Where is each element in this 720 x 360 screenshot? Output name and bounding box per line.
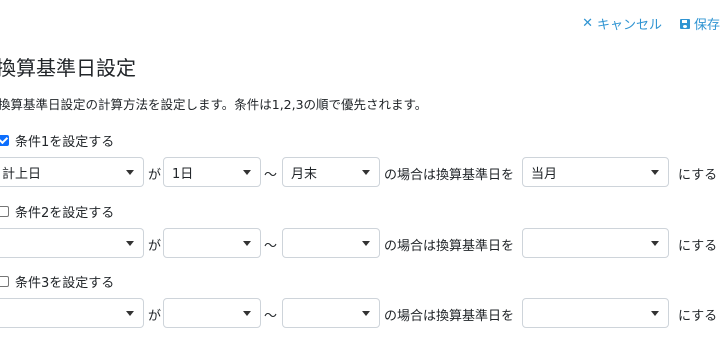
connector-ga: が: [148, 168, 162, 183]
condition-3-target-select[interactable]: [522, 298, 669, 328]
condition-1-from-value: 1日: [172, 166, 194, 182]
page-title: 換算基準日設定: [0, 56, 136, 80]
condition-2-field-select[interactable]: [0, 228, 144, 258]
caret-down-icon: [126, 170, 134, 175]
floppy-disk-icon: [679, 18, 690, 29]
caret-down-icon: [362, 311, 370, 316]
caret-down-icon: [362, 170, 370, 175]
caret-down-icon: [126, 241, 134, 246]
condition-1-checkbox[interactable]: [0, 135, 9, 146]
condition-3-label: 条件3を設定する: [15, 276, 115, 291]
save-label: 保存: [693, 18, 720, 33]
caret-down-icon: [651, 170, 659, 175]
cancel-button[interactable]: ✕ キャンセル: [582, 14, 662, 33]
cancel-label: キャンセル: [596, 18, 662, 33]
condition-1-toggle[interactable]: 条件1を設定する: [0, 131, 114, 150]
condition-3-row: が 〜 の場合は換算基準日を にする: [0, 298, 720, 328]
caret-down-icon: [651, 241, 659, 246]
condition-2-checkbox[interactable]: [0, 206, 9, 217]
caret-down-icon: [243, 241, 251, 246]
condition-2-target-select[interactable]: [522, 228, 669, 258]
condition-1-row: 計上日 が 1日 〜 月末 の場合は換算基準日を 当月 にする: [0, 157, 720, 187]
condition-1-label: 条件1を設定する: [15, 135, 115, 150]
caret-down-icon: [243, 311, 251, 316]
caret-down-icon: [243, 170, 251, 175]
page-description: 換算基準日設定の計算方法を設定します。条件は1,2,3の順で優先されます。: [0, 97, 428, 112]
connector-tilde: 〜: [264, 309, 278, 324]
condition-1-from-select[interactable]: 1日: [163, 157, 261, 187]
condition-2-from-select[interactable]: [163, 228, 261, 258]
caret-down-icon: [362, 241, 370, 246]
connector-ga: が: [148, 309, 162, 324]
toolbar: ✕ キャンセル 保存: [582, 14, 720, 33]
condition-1-to-value: 月末: [291, 166, 318, 182]
condition-1-target-select[interactable]: 当月: [522, 157, 669, 187]
condition-2-row: が 〜 の場合は換算基準日を にする: [0, 228, 720, 258]
condition-3-from-select[interactable]: [163, 298, 261, 328]
connector-end: にする: [678, 239, 718, 254]
condition-1-field-value: 計上日: [2, 166, 42, 182]
save-button[interactable]: 保存: [679, 14, 720, 33]
condition-2-to-select[interactable]: [282, 228, 380, 258]
close-icon: ✕: [582, 16, 593, 31]
condition-1-field-select[interactable]: 計上日: [0, 157, 144, 187]
connector-end: にする: [678, 309, 718, 324]
connector-end: にする: [678, 168, 718, 183]
condition-3-toggle[interactable]: 条件3を設定する: [0, 272, 114, 291]
condition-3-checkbox[interactable]: [0, 276, 9, 287]
condition-3-field-select[interactable]: [0, 298, 144, 328]
condition-1-to-select[interactable]: 月末: [282, 157, 380, 187]
connector-middle: の場合は換算基準日を: [384, 239, 515, 254]
connector-middle: の場合は換算基準日を: [384, 309, 515, 324]
condition-3-to-select[interactable]: [282, 298, 380, 328]
connector-tilde: 〜: [264, 168, 278, 183]
connector-middle: の場合は換算基準日を: [384, 168, 515, 183]
condition-2-label: 条件2を設定する: [15, 206, 115, 221]
caret-down-icon: [126, 311, 134, 316]
caret-down-icon: [651, 311, 659, 316]
condition-2-toggle[interactable]: 条件2を設定する: [0, 202, 114, 221]
page: ✕ キャンセル 保存 換算基準日設定 換算基準日設定の計算方法を設定します。条件…: [0, 0, 720, 360]
connector-ga: が: [148, 239, 162, 254]
connector-tilde: 〜: [264, 239, 278, 254]
condition-1-target-value: 当月: [531, 166, 558, 182]
